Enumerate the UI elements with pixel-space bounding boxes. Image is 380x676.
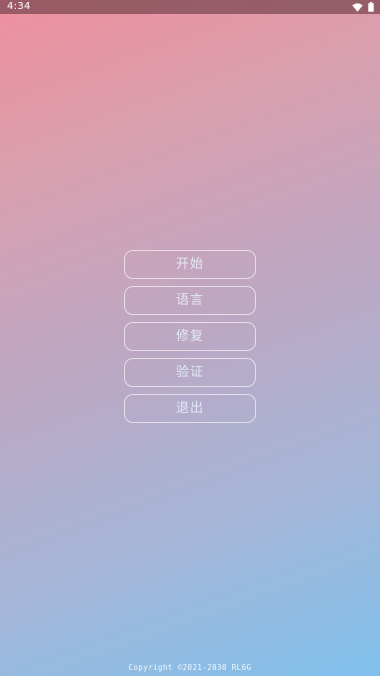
copyright-text: Copyright ©2021-2030 RL6G bbox=[128, 663, 252, 672]
main-menu: 开始 语言 修复 验证 退出 bbox=[124, 250, 256, 423]
start-button[interactable]: 开始 bbox=[124, 250, 256, 279]
battery-icon bbox=[368, 2, 374, 12]
status-bar: 4:34 bbox=[0, 0, 380, 14]
status-time: 4:34 bbox=[7, 1, 31, 12]
language-button[interactable]: 语言 bbox=[124, 286, 256, 315]
wifi-icon bbox=[352, 2, 363, 12]
verify-button[interactable]: 验证 bbox=[124, 358, 256, 387]
exit-button[interactable]: 退出 bbox=[124, 394, 256, 423]
repair-button[interactable]: 修复 bbox=[124, 322, 256, 351]
status-icons bbox=[352, 2, 374, 12]
